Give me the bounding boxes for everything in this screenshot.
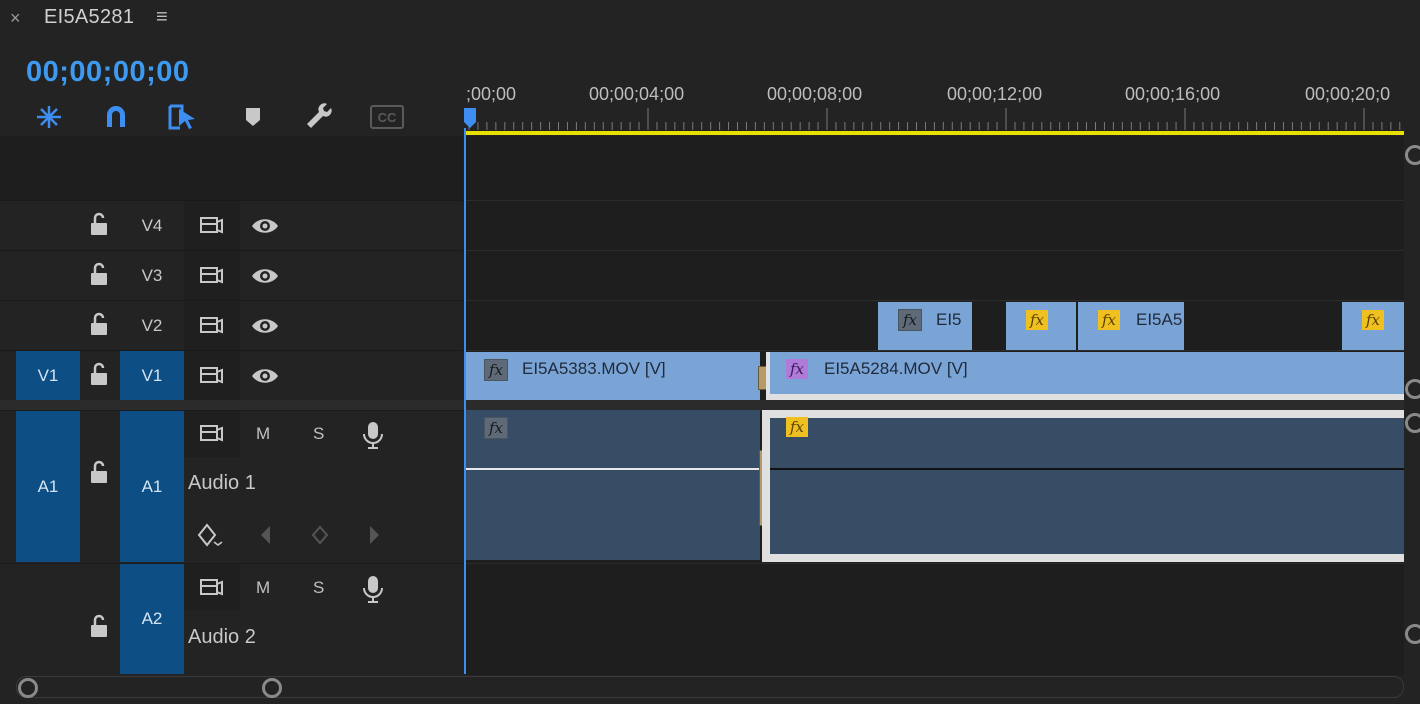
track-name-a2[interactable]: Audio 2 bbox=[188, 626, 256, 649]
fx-badge[interactable]: fx bbox=[484, 417, 508, 439]
video-clip[interactable]: fx EI5A5383.MOV [V] bbox=[466, 352, 760, 400]
toggle-sync-lock-icon[interactable] bbox=[197, 574, 225, 607]
zoom-handle-left[interactable] bbox=[18, 678, 38, 698]
lock-icon[interactable] bbox=[86, 458, 112, 491]
timeline-empty-area[interactable] bbox=[465, 136, 1404, 200]
solo-track-button[interactable]: S bbox=[313, 424, 324, 444]
microphone-icon[interactable] bbox=[360, 574, 386, 609]
previous-keyframe-icon[interactable] bbox=[258, 524, 274, 551]
add-keyframe-icon[interactable] bbox=[310, 524, 330, 551]
mute-track-button[interactable]: M bbox=[256, 578, 270, 598]
work-area-bar[interactable] bbox=[465, 131, 1404, 135]
audio-scroll-knob[interactable] bbox=[1405, 624, 1420, 644]
microphone-icon[interactable] bbox=[360, 420, 386, 455]
video-clip[interactable]: fx bbox=[1006, 302, 1076, 350]
clip-name: EI5A5284.MOV [V] bbox=[824, 359, 968, 378]
audio-clip-selected[interactable]: fx bbox=[762, 410, 1404, 562]
lock-icon[interactable] bbox=[86, 612, 112, 645]
eye-icon[interactable] bbox=[250, 212, 280, 245]
volume-rubber-band[interactable] bbox=[466, 468, 760, 470]
fx-badge[interactable]: fx bbox=[786, 359, 808, 379]
clip-name: EI5A5 bbox=[1136, 310, 1183, 329]
track-label-v1[interactable]: V1 bbox=[120, 351, 184, 400]
keyframe-toggle-icon[interactable] bbox=[196, 522, 226, 553]
video-clip[interactable]: fx EI5 bbox=[878, 302, 972, 350]
linked-selection-icon[interactable] bbox=[166, 102, 200, 132]
toggle-sync-lock-icon[interactable] bbox=[197, 420, 225, 453]
fx-badge[interactable]: fx bbox=[786, 417, 808, 437]
next-keyframe-icon[interactable] bbox=[366, 524, 382, 551]
ruler-label: 00;00;08;00 bbox=[767, 84, 863, 104]
track-name-a1[interactable]: Audio 1 bbox=[188, 472, 256, 495]
zoom-handle-right[interactable] bbox=[262, 678, 282, 698]
video-clip[interactable]: fx EI5A5 bbox=[1078, 302, 1184, 350]
track-label-v3[interactable]: V3 bbox=[120, 251, 184, 300]
video-clip[interactable]: fx bbox=[1342, 302, 1404, 350]
panel-menu-icon[interactable]: ≡ bbox=[156, 6, 168, 29]
fx-badge[interactable]: fx bbox=[1026, 310, 1048, 330]
lock-icon[interactable] bbox=[86, 310, 112, 343]
toggle-sync-lock-icon[interactable] bbox=[197, 312, 225, 345]
toggle-sync-lock-icon[interactable] bbox=[197, 212, 225, 245]
sequence-tab-title[interactable]: EI5A5281 bbox=[44, 6, 134, 29]
snap-magnet-icon[interactable] bbox=[99, 102, 133, 132]
audio-clip[interactable]: fx bbox=[466, 410, 760, 560]
track-label-v2[interactable]: V2 bbox=[120, 301, 184, 350]
mute-track-button[interactable]: M bbox=[256, 424, 270, 444]
video-audio-divider[interactable] bbox=[0, 400, 1404, 410]
volume-rubber-band[interactable] bbox=[770, 468, 1404, 470]
track-header-spacer bbox=[0, 136, 463, 200]
ruler-label: 00;00;20;0 bbox=[1305, 84, 1391, 104]
horizontal-zoom-scrollbar[interactable] bbox=[16, 676, 1404, 698]
playhead-line[interactable] bbox=[464, 128, 466, 674]
video-scroll-knob[interactable] bbox=[1405, 145, 1420, 165]
fx-badge[interactable]: fx bbox=[898, 309, 922, 331]
track-lane-v4[interactable] bbox=[465, 200, 1404, 251]
fx-badge[interactable]: fx bbox=[1362, 310, 1384, 330]
track-lane-a2[interactable] bbox=[465, 563, 1404, 675]
video-scroll-knob[interactable] bbox=[1405, 379, 1420, 399]
eye-icon[interactable] bbox=[250, 312, 280, 345]
ruler-label: 00;00;12;00 bbox=[947, 84, 1043, 104]
track-lane-v3[interactable] bbox=[465, 250, 1404, 301]
ruler-label: ;00;00 bbox=[466, 84, 517, 104]
playhead-timecode[interactable]: 00;00;00;00 bbox=[26, 56, 190, 89]
lock-icon[interactable] bbox=[86, 260, 112, 293]
clip-name: EI5A5383.MOV [V] bbox=[522, 359, 666, 378]
wrench-icon[interactable] bbox=[303, 102, 337, 132]
track-label-v4[interactable]: V4 bbox=[120, 201, 184, 250]
insert-overwrite-icon[interactable] bbox=[32, 102, 66, 132]
toggle-sync-lock-icon[interactable] bbox=[197, 362, 225, 395]
track-label-a1[interactable]: A1 bbox=[120, 411, 184, 562]
toggle-sync-lock-icon[interactable] bbox=[197, 262, 225, 295]
video-clip-selected[interactable]: fx EI5A5284.MOV [V] bbox=[766, 352, 1404, 400]
lock-icon[interactable] bbox=[86, 360, 112, 393]
source-patch-a1[interactable]: A1 bbox=[16, 411, 80, 562]
playhead-handle[interactable] bbox=[464, 108, 476, 128]
ruler-label: 00;00;04;00 bbox=[589, 84, 685, 104]
source-patch-v1[interactable]: V1 bbox=[16, 351, 80, 400]
add-marker-icon[interactable] bbox=[236, 102, 270, 132]
audio-scroll-knob[interactable] bbox=[1405, 413, 1420, 433]
close-panel-icon[interactable]: × bbox=[10, 8, 21, 29]
lock-icon[interactable] bbox=[86, 210, 112, 243]
eye-icon[interactable] bbox=[250, 362, 280, 395]
solo-track-button[interactable]: S bbox=[313, 578, 324, 598]
vertical-scrollbar[interactable] bbox=[1404, 136, 1420, 676]
fx-badge[interactable]: fx bbox=[484, 359, 508, 381]
fx-badge[interactable]: fx bbox=[1098, 310, 1120, 330]
clip-name: EI5 bbox=[936, 310, 962, 329]
track-label-a2[interactable]: A2 bbox=[120, 564, 184, 674]
eye-icon[interactable] bbox=[250, 262, 280, 295]
ruler-label: 00;00;16;00 bbox=[1125, 84, 1221, 104]
captions-icon[interactable]: CC bbox=[370, 102, 404, 132]
